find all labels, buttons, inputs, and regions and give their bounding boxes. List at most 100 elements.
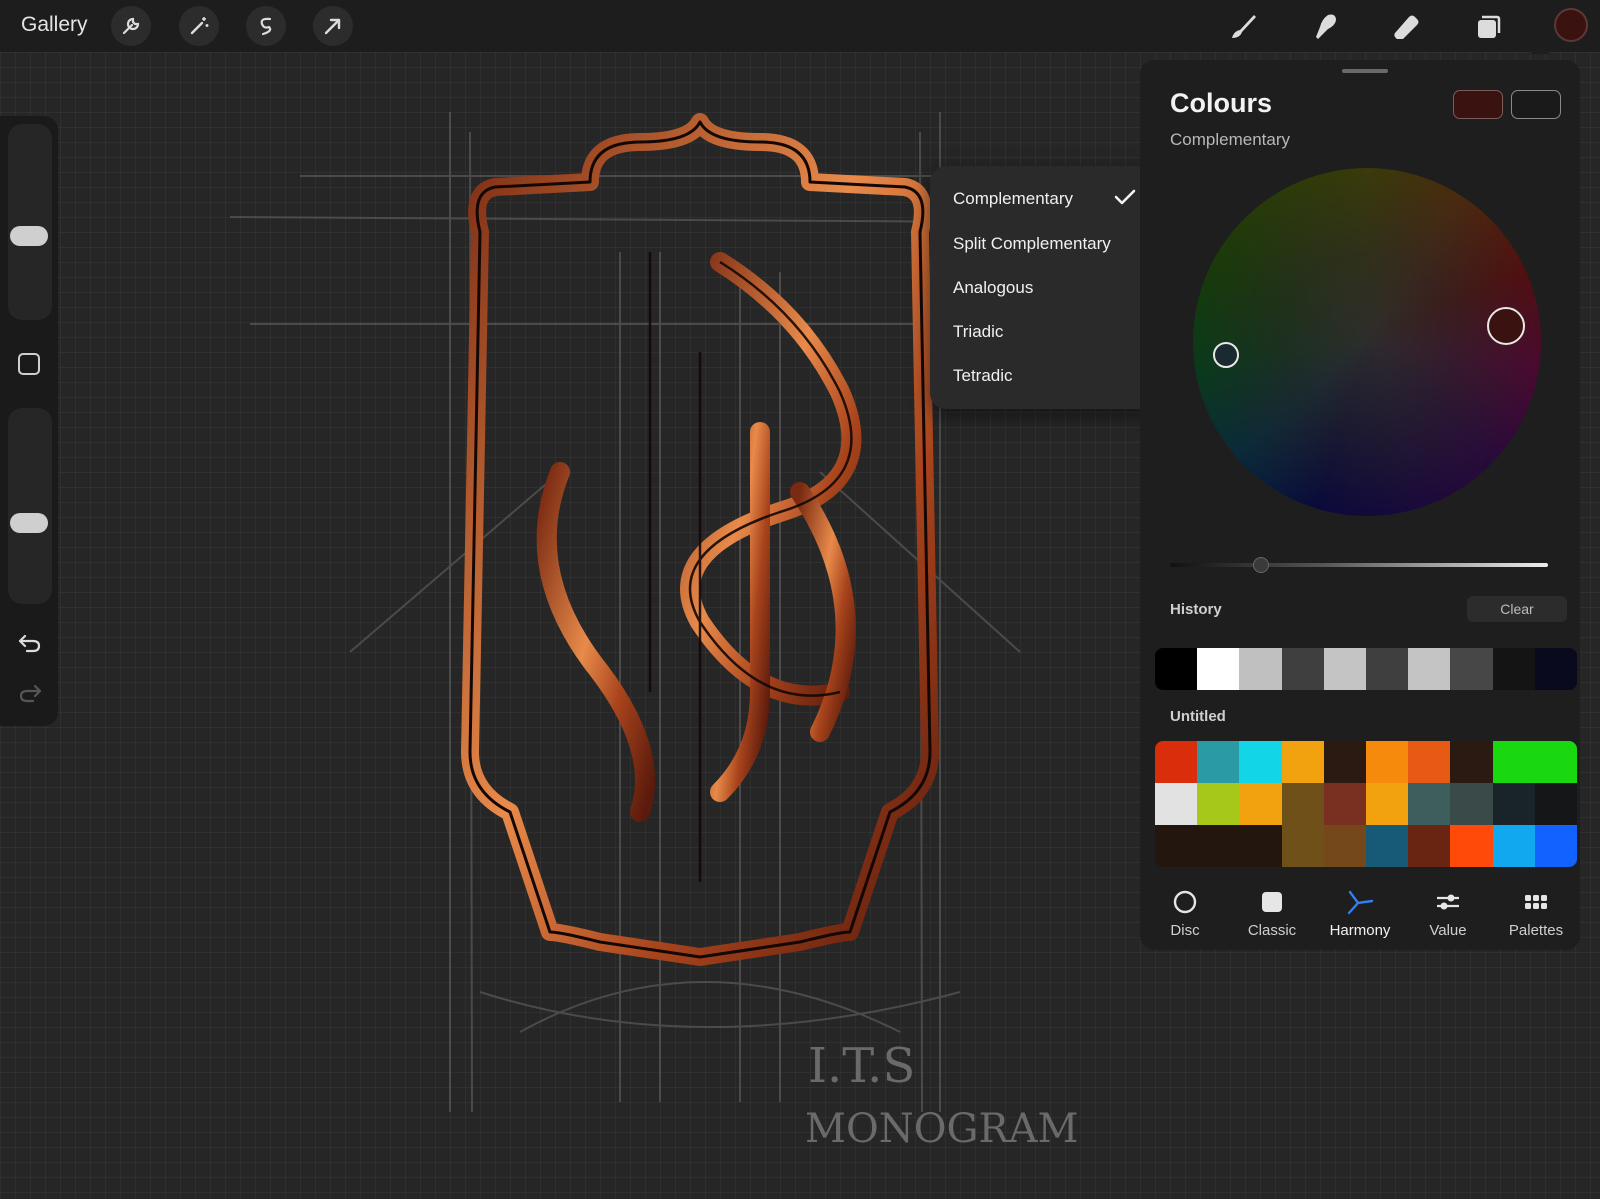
brush-size-thumb[interactable] [10,226,48,246]
history-swatch[interactable] [1155,648,1198,690]
harmony-mode-selector[interactable]: Complementary [1170,130,1290,150]
tab-label: Palettes [1508,922,1564,939]
palette-swatch[interactable] [1534,741,1577,783]
opacity-thumb[interactable] [10,513,48,533]
square-icon[interactable] [18,353,40,375]
primary-colour-swatch[interactable] [1453,90,1503,119]
brightness-thumb[interactable] [1253,557,1269,573]
undo-icon[interactable] [17,632,43,659]
opacity-slider[interactable] [8,408,52,604]
selection-icon[interactable] [246,6,286,46]
palette-swatch[interactable] [1450,783,1493,825]
clear-history-button[interactable]: Clear [1467,596,1567,622]
move-arrow-icon[interactable] [313,6,353,46]
tab-harmony[interactable]: Harmony [1316,886,1404,950]
history-swatch[interactable] [1197,648,1240,690]
menu-item-complementary[interactable]: Complementary [953,189,1073,209]
palette-swatch[interactable] [1281,783,1324,825]
history-swatch[interactable] [1408,648,1451,690]
tab-classic[interactable]: Classic [1228,886,1316,950]
secondary-colour-swatch[interactable] [1511,90,1561,119]
tab-label: Disc [1170,922,1200,939]
history-swatch[interactable] [1534,648,1577,690]
palette-swatch[interactable] [1408,741,1451,783]
palette-swatch[interactable] [1197,783,1240,825]
palette-swatch[interactable] [1492,741,1535,783]
brush-size-slider[interactable] [8,124,52,320]
palette-swatch[interactable] [1366,783,1409,825]
palette-swatch[interactable] [1155,741,1198,783]
palette-swatch[interactable] [1450,825,1493,867]
colours-panel: Colours Complementary History Clear Unti… [1140,60,1580,950]
sliders-icon [1404,888,1492,916]
menu-item-analogous[interactable]: Analogous [953,278,1033,298]
current-colour-button[interactable] [1554,8,1588,42]
brightness-slider[interactable] [1170,563,1548,567]
palette-swatch[interactable] [1197,741,1240,783]
primary-colour-handle[interactable] [1487,307,1525,345]
palette-swatch[interactable] [1366,741,1409,783]
wrench-icon[interactable] [111,6,151,46]
caption-monogram: MONOGRAM [805,1106,1078,1152]
harmony-icon [1316,888,1404,916]
brush-icon[interactable] [1223,6,1263,46]
history-swatch[interactable] [1450,648,1493,690]
palette-swatch[interactable] [1534,825,1577,867]
eraser-icon[interactable] [1386,6,1426,46]
palette-swatch[interactable] [1450,741,1493,783]
tab-palettes[interactable]: Palettes [1492,886,1580,950]
palette-swatch[interactable] [1323,825,1366,867]
history-swatches [1155,648,1577,690]
palette-swatch[interactable] [1155,825,1198,867]
tab-value[interactable]: Value [1404,886,1492,950]
caption-its: I.T.S [808,1038,915,1094]
tab-label: Value [1429,922,1467,939]
history-swatch[interactable] [1492,648,1535,690]
palette-swatch[interactable] [1239,783,1282,825]
menu-item-triadic[interactable]: Triadic [953,322,1003,342]
palette-swatch[interactable] [1239,741,1282,783]
palette-swatch[interactable] [1197,825,1240,867]
history-swatch[interactable] [1239,648,1282,690]
panel-title: Colours [1170,88,1273,118]
gallery-button[interactable]: Gallery [21,13,88,37]
tab-label: Classic [1247,922,1297,939]
history-swatch[interactable] [1281,648,1324,690]
palette-swatch[interactable] [1408,783,1451,825]
history-label: History [1170,601,1222,618]
panel-grabber[interactable] [1342,69,1388,73]
popover-arrow [1530,44,1550,54]
harmony-mode-menu: Complementary Split Complementary Analog… [930,166,1159,409]
history-swatch[interactable] [1323,648,1367,690]
magic-wand-icon[interactable] [179,6,219,46]
tab-disc[interactable]: Disc [1141,886,1229,950]
harmony-colour-wheel[interactable] [1193,168,1541,516]
menu-item-split-complementary[interactable]: Split Complementary [953,234,1111,254]
palette-swatch[interactable] [1281,741,1324,783]
checkmark-icon [1113,188,1137,211]
palette-swatch[interactable] [1239,825,1282,867]
palette-swatch[interactable] [1366,825,1409,867]
menu-item-tetradic[interactable]: Tetradic [953,366,1013,386]
redo-icon[interactable] [17,682,43,709]
palette-swatch[interactable] [1534,783,1577,825]
grid-icon [1492,888,1580,916]
palette-swatch[interactable] [1281,825,1324,867]
history-swatch[interactable] [1366,648,1409,690]
palette-swatch[interactable] [1155,783,1198,825]
palette-name: Untitled [1170,708,1226,725]
complementary-colour-handle[interactable] [1213,342,1239,368]
top-toolbar: Gallery [0,0,1600,52]
colour-mode-tabs: Disc Classic Harmony Value Palettes [1140,886,1580,950]
square-icon [1228,888,1316,916]
left-sidebar [0,116,58,726]
palette-swatch[interactable] [1492,825,1535,867]
palette-swatch[interactable] [1408,825,1451,867]
palette-swatch[interactable] [1323,783,1366,825]
palette-swatch[interactable] [1492,783,1535,825]
palette-swatches [1155,741,1577,867]
circle-icon [1141,888,1229,916]
layers-icon[interactable] [1468,6,1508,46]
palette-swatch[interactable] [1323,741,1366,783]
smudge-icon[interactable] [1305,6,1345,46]
